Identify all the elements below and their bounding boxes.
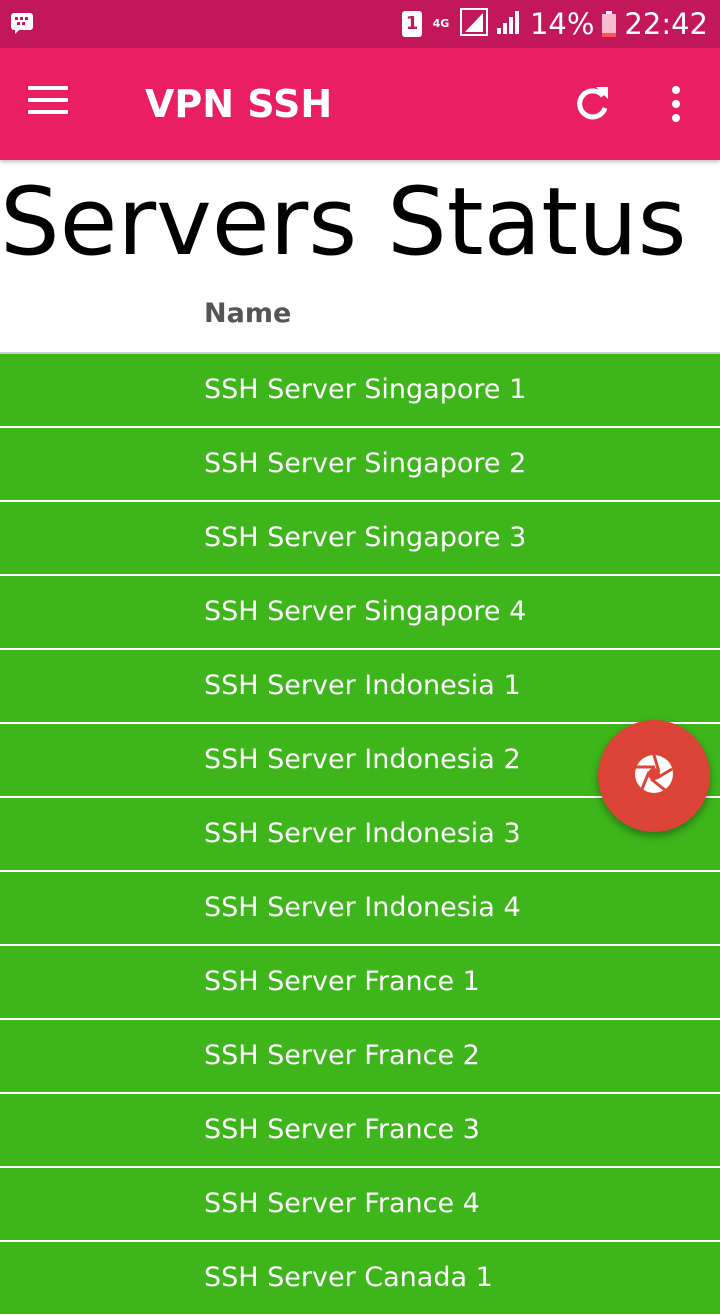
screenshot-fab-button[interactable] bbox=[598, 720, 710, 832]
status-bar: 1 4G 14% 22:42 bbox=[0, 0, 720, 48]
server-name: SSH Server Singapore 4 bbox=[204, 596, 527, 627]
battery-icon bbox=[602, 11, 617, 37]
column-header-name: Name bbox=[204, 298, 292, 329]
server-row[interactable]: SSH Server France 3 bbox=[0, 1094, 720, 1168]
server-row[interactable]: SSH Server France 1 bbox=[0, 946, 720, 1020]
server-name: SSH Server France 4 bbox=[204, 1188, 480, 1219]
signal-sim2-icon bbox=[496, 8, 522, 40]
hamburger-menu-icon[interactable] bbox=[28, 86, 68, 122]
server-name: SSH Server Indonesia 4 bbox=[204, 892, 521, 923]
more-vert-icon[interactable] bbox=[664, 84, 688, 124]
server-row[interactable]: SSH Server Canada 1 bbox=[0, 1242, 720, 1316]
clock: 22:42 bbox=[624, 7, 708, 41]
server-row[interactable]: SSH Server Singapore 2 bbox=[0, 428, 720, 502]
server-name: SSH Server France 3 bbox=[204, 1114, 480, 1145]
refresh-icon[interactable] bbox=[572, 84, 612, 124]
sim-indicator: 1 bbox=[401, 11, 422, 37]
signal-sim1-icon bbox=[459, 8, 488, 40]
network-type-label: 4G bbox=[432, 17, 450, 30]
server-row[interactable]: SSH Server Indonesia 4 bbox=[0, 872, 720, 946]
server-name: SSH Server Singapore 2 bbox=[204, 448, 527, 479]
server-row[interactable]: SSH Server France 2 bbox=[0, 1020, 720, 1094]
battery-percent: 14% bbox=[529, 7, 595, 41]
server-name: SSH Server Indonesia 2 bbox=[204, 744, 521, 775]
server-name: SSH Server France 2 bbox=[204, 1040, 480, 1071]
camera-shutter-icon bbox=[632, 752, 676, 800]
server-row[interactable]: SSH Server Indonesia 1 bbox=[0, 650, 720, 724]
server-name: SSH Server France 1 bbox=[204, 966, 480, 997]
server-row[interactable]: SSH Server France 4 bbox=[0, 1168, 720, 1242]
server-name: SSH Server Singapore 3 bbox=[204, 522, 527, 553]
server-name: SSH Server Singapore 1 bbox=[204, 374, 527, 405]
status-icons: 1 4G 14% 22:42 bbox=[401, 0, 708, 48]
server-row[interactable]: SSH Server Singapore 1 bbox=[0, 354, 720, 428]
bbm-notification-icon bbox=[10, 12, 34, 34]
server-name: SSH Server Canada 1 bbox=[204, 1262, 493, 1293]
server-list: SSH Server Singapore 1 SSH Server Singap… bbox=[0, 354, 720, 1316]
server-name: SSH Server Indonesia 1 bbox=[204, 670, 521, 701]
server-name: SSH Server Indonesia 3 bbox=[204, 818, 521, 849]
app-bar: VPN SSH bbox=[0, 48, 720, 160]
app-title: VPN SSH bbox=[145, 82, 333, 126]
server-row[interactable]: SSH Server Singapore 4 bbox=[0, 576, 720, 650]
server-row[interactable]: SSH Server Singapore 3 bbox=[0, 502, 720, 576]
page-title: Servers Status bbox=[0, 168, 687, 277]
